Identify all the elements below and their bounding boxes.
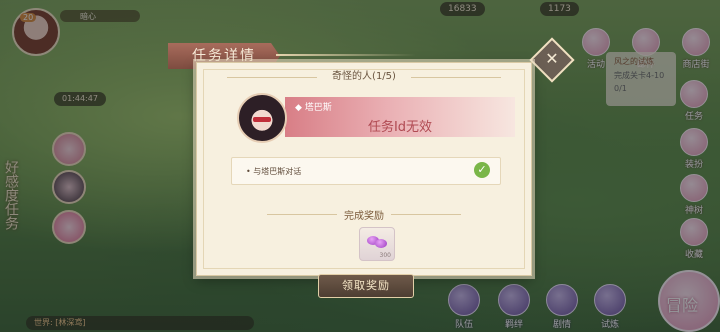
check-icon: ✓ — [474, 162, 490, 178]
title-decoration — [276, 54, 416, 56]
npc-row: ◆ 塔巴斯 任务Id无效 — [237, 93, 517, 145]
close-icon: ✕ — [545, 49, 559, 68]
quest-status-text: 任务Id无效 — [367, 120, 433, 135]
npc-card: ◆ 塔巴斯 任务Id无效 — [285, 97, 515, 137]
reward-title: 完成奖励 — [344, 211, 384, 222]
claim-reward-button[interactable]: 领取奖励 — [318, 274, 414, 298]
objective-text: • 与塔巴斯对话 — [246, 167, 302, 176]
gem-icon — [375, 239, 387, 248]
reward-item[interactable]: 300 — [359, 227, 395, 261]
npc-portrait — [237, 93, 287, 143]
reward-count: 300 — [379, 252, 391, 259]
npc-name: ◆ 塔巴斯 — [295, 103, 332, 113]
quest-objective: • 与塔巴斯对话 ✓ — [231, 157, 501, 185]
npc-blindfold — [253, 117, 271, 122]
quest-title: 奇怪的人(1/5) — [332, 71, 396, 82]
quest-detail-dialog: 奇怪的人(1/5) ◆ 塔巴斯 任务Id无效 • 与塔巴斯对话 ✓ 完成奖励 3… — [196, 62, 532, 276]
